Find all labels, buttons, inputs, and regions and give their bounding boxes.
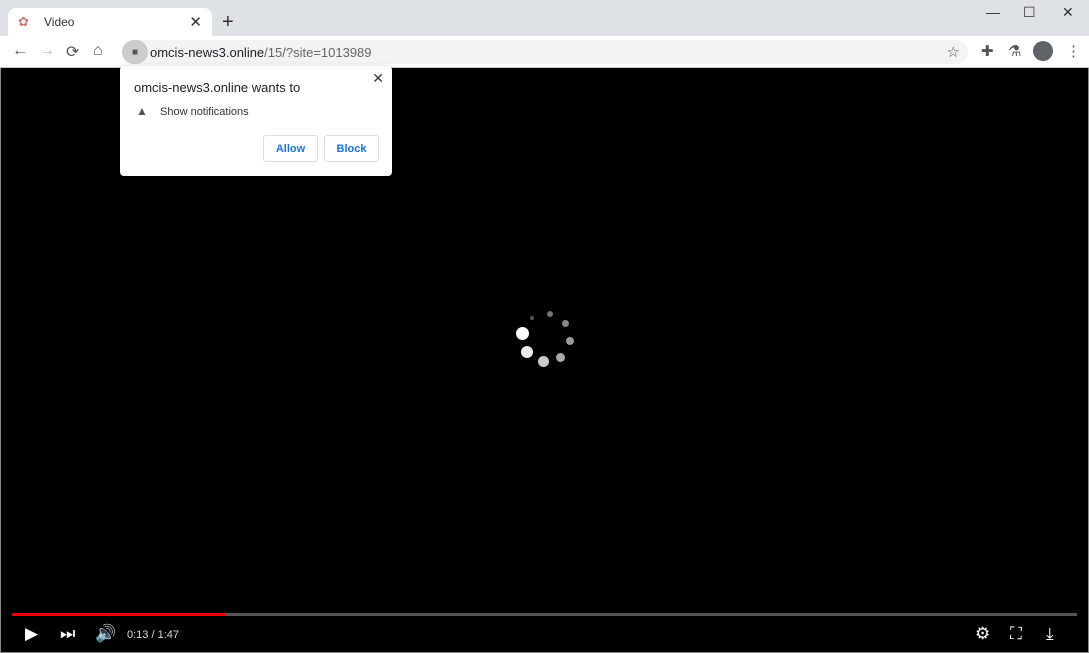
spinner-dot [566,337,574,345]
tab-video[interactable]: ✿ Video ✕ [8,8,212,36]
tab-strip: ✿ Video ✕ + — ☐ ✕ [0,0,1089,36]
spinner-dot [521,346,533,358]
minimize-button[interactable]: — [986,4,1000,20]
progress-fill [12,613,225,616]
bell-icon: ▲ [136,104,148,118]
permission-text: Show notifications [160,106,249,118]
bookmark-star-icon[interactable]: ☆ [947,43,960,61]
fullscreen-button[interactable]: ⛶ [1010,624,1022,644]
play-button[interactable]: ▶ [25,624,38,644]
spinner-dot [547,311,553,317]
volume-button[interactable]: 🔊 [95,624,116,644]
spinner-dot [516,327,529,340]
popup-close-icon[interactable]: ✕ [372,70,384,87]
url-text[interactable]: omcis-news3.online/15/?site=1013989 [150,45,372,60]
close-tab-icon[interactable]: ✕ [189,13,202,31]
spinner-dot [530,316,534,320]
menu-icon[interactable]: ⋮ [1066,42,1081,60]
block-button[interactable]: Block [324,135,379,162]
labs-icon[interactable]: ⚗ [1008,42,1021,60]
profile-avatar[interactable] [1033,41,1053,61]
maximize-button[interactable]: ☐ [1023,4,1036,21]
url-host: omcis-news3.online [150,44,265,60]
allow-button[interactable]: Allow [263,135,318,162]
notification-permission-popup: omcis-news3.online wants to ✕ ▲ Show not… [120,66,392,176]
new-tab-button[interactable]: + [222,11,234,34]
toolbar: ← → ⟳ ⌂ ■ omcis-news3.online/15/?site=10… [0,36,1089,68]
progress-bar[interactable] [12,613,1077,616]
extensions-icon[interactable]: ✚ [981,42,994,60]
next-button[interactable]: ⏭ [60,624,75,644]
spinner-dot [538,356,549,367]
favicon-icon: ✿ [18,14,29,29]
download-button[interactable]: ⤓ [1046,624,1054,644]
url-path: /15/?site=1013989 [264,44,372,60]
loading-spinner-icon [510,305,580,375]
back-button[interactable]: ← [12,42,28,60]
reload-button[interactable]: ⟳ [66,42,79,62]
popup-title: omcis-news3.online wants to [134,80,301,95]
spinner-dot [562,320,569,327]
lock-icon[interactable]: ■ [122,40,148,64]
home-button[interactable]: ⌂ [93,42,103,60]
address-bar[interactable]: ■ omcis-news3.online/15/?site=1013989 ☆ [122,40,968,64]
settings-button[interactable]: ⚙ [975,624,990,644]
close-window-button[interactable]: ✕ [1062,4,1074,21]
spinner-dot [556,353,565,362]
tab-title: Video [44,15,75,29]
time-display: 0:13 / 1:47 [127,629,179,641]
forward-button[interactable]: → [39,42,55,60]
